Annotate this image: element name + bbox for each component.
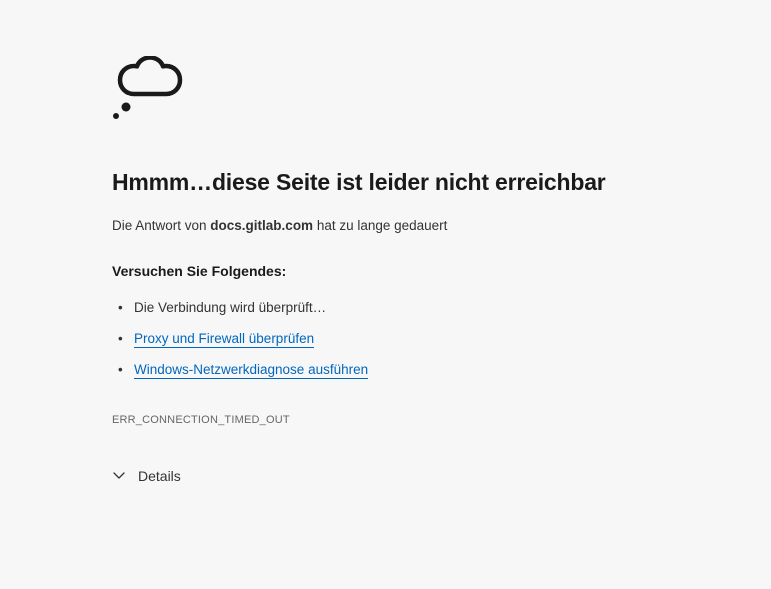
subtitle-host: docs.gitlab.com (210, 218, 313, 233)
proxy-firewall-link[interactable]: Proxy und Firewall überprüfen (134, 331, 314, 348)
suggestion-text: Die Verbindung wird überprüft… (134, 300, 326, 315)
details-label: Details (138, 468, 181, 484)
chevron-down-icon (112, 468, 126, 485)
subtitle-suffix: hat zu lange gedauert (313, 218, 447, 233)
thought-bubble-icon (112, 56, 620, 133)
subtitle-prefix: Die Antwort von (112, 218, 210, 233)
error-code: ERR_CONNECTION_TIMED_OUT (112, 414, 620, 426)
error-title: Hmmm…diese Seite ist leider nicht erreic… (112, 169, 620, 196)
list-item: Proxy und Firewall überprüfen (112, 324, 620, 355)
network-diagnostics-link[interactable]: Windows-Netzwerkdiagnose ausführen (134, 362, 368, 379)
suggestions-heading: Versuchen Sie Folgendes: (112, 263, 620, 279)
suggestions-list: Die Verbindung wird überprüft… Proxy und… (112, 293, 620, 386)
error-subtitle: Die Antwort von docs.gitlab.com hat zu l… (112, 218, 620, 233)
list-item: Windows-Netzwerkdiagnose ausführen (112, 355, 620, 386)
details-toggle[interactable]: Details (112, 468, 181, 485)
list-item: Die Verbindung wird überprüft… (112, 293, 620, 324)
